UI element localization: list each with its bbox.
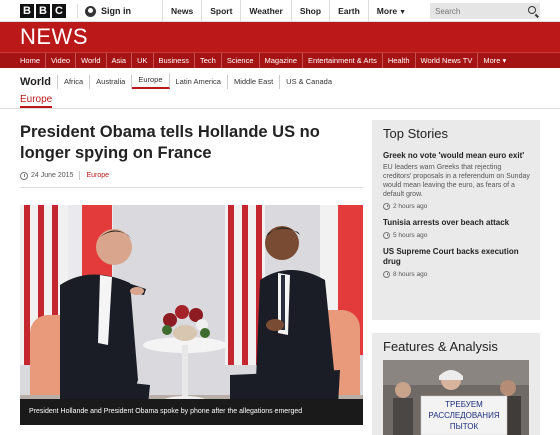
top-story-item[interactable]: Tunisia arrests over beach attack 5 hour…	[383, 218, 530, 239]
current-section-label[interactable]: Europe	[20, 94, 53, 108]
top-stories-heading: Top Stories	[383, 126, 449, 141]
section-item-latin-america[interactable]: Latin America	[170, 75, 228, 89]
news-nav: Home Video World Asia UK Business Tech S…	[0, 52, 560, 68]
news-banner: NEWS	[0, 22, 560, 52]
bbc-logo[interactable]: B B C	[20, 4, 66, 18]
protest-sign-line: РАССЛЕДОВАНИЯ	[428, 411, 499, 420]
section-item-europe[interactable]: Europe	[132, 73, 170, 89]
search-box	[430, 3, 540, 19]
global-nav-news[interactable]: News	[162, 0, 201, 22]
article-date: 24 June 2015	[31, 172, 74, 179]
top-story-time-label: 2 hours ago	[393, 203, 428, 210]
features-panel: Features & Analysis ТРЕБУЕМ РАССЛЕДОВАНИ…	[372, 333, 540, 435]
news-nav-video[interactable]: Video	[46, 53, 77, 68]
bbc-logo-letter: C	[52, 4, 66, 18]
news-nav-more[interactable]: More ▾	[478, 53, 511, 68]
section-item-us-canada[interactable]: US & Canada	[280, 75, 338, 89]
news-nav-home[interactable]: Home	[15, 53, 47, 68]
feature-thumbnail[interactable]: ТРЕБУЕМ РАССЛЕДОВАНИЯ ПЫТОК	[383, 360, 529, 435]
meta-divider	[20, 187, 363, 188]
news-nav-tech[interactable]: Tech	[195, 53, 222, 68]
global-nav-more-label: More	[376, 6, 398, 16]
global-nav-weather[interactable]: Weather	[240, 0, 290, 22]
bbc-logo-letter: B	[36, 4, 50, 18]
top-story-summary: EU leaders warn Greeks that rejecting cr…	[383, 164, 530, 198]
sign-in-link[interactable]: Sign in	[77, 4, 131, 18]
top-story-item[interactable]: US Supreme Court backs execution drug 8 …	[383, 247, 530, 278]
news-nav-uk[interactable]: UK	[132, 53, 154, 68]
global-nav: News Sport Weather Shop Earth More ▼	[162, 0, 444, 22]
protest-sign-line: ПЫТОК	[450, 422, 479, 431]
clock-icon	[383, 271, 390, 278]
chevron-down-icon: ▼	[399, 9, 407, 16]
top-story-item[interactable]: Greek no vote 'would mean euro exit' EU …	[383, 151, 530, 210]
clock-icon	[383, 232, 390, 239]
clock-icon	[20, 171, 28, 180]
news-nav-entertainment[interactable]: Entertainment & Arts	[303, 53, 383, 68]
top-story-time: 8 hours ago	[383, 271, 530, 278]
top-story-time: 5 hours ago	[383, 232, 530, 239]
news-wordmark[interactable]: NEWS	[20, 25, 88, 49]
clock-icon	[383, 203, 390, 210]
section-nav: World Africa Australia Europe Latin Amer…	[20, 73, 338, 89]
feature-photo-illustration: ТРЕБУЕМ РАССЛЕДОВАНИЯ ПЫТОК	[383, 360, 529, 435]
top-story-time-label: 8 hours ago	[393, 271, 428, 278]
news-nav-world[interactable]: World	[76, 53, 107, 68]
top-story-title[interactable]: US Supreme Court backs execution drug	[383, 247, 530, 267]
global-nav-sport[interactable]: Sport	[201, 0, 240, 22]
section-item-middle-east[interactable]: Middle East	[228, 75, 281, 89]
search-input[interactable]	[430, 6, 520, 16]
news-nav-asia[interactable]: Asia	[107, 53, 133, 68]
top-story-title[interactable]: Tunisia arrests over beach attack	[383, 218, 530, 228]
news-nav-magazine[interactable]: Magazine	[260, 53, 304, 68]
top-story-time: 2 hours ago	[383, 203, 530, 210]
bbc-top-bar: B B C Sign in News Sport Weather Shop Ea…	[0, 0, 560, 22]
protest-sign-line: ТРЕБУЕМ	[445, 400, 483, 409]
user-icon	[85, 5, 96, 17]
news-nav-business[interactable]: Business	[154, 53, 195, 68]
search-icon[interactable]	[528, 6, 536, 14]
photo-illustration	[20, 205, 363, 425]
global-nav-shop[interactable]: Shop	[290, 0, 329, 22]
top-story-title[interactable]: Greek no vote 'would mean euro exit'	[383, 151, 530, 161]
global-nav-earth[interactable]: Earth	[329, 0, 368, 22]
right-sidebar: Top Stories Greek no vote 'would mean eu…	[372, 120, 540, 435]
top-stories-panel: Top Stories Greek no vote 'would mean eu…	[372, 120, 540, 320]
news-nav-health[interactable]: Health	[383, 53, 416, 68]
meta-separator	[79, 171, 81, 180]
article-meta: 24 June 2015 Europe	[20, 171, 109, 180]
header-divider	[0, 108, 560, 109]
news-nav-science[interactable]: Science	[222, 53, 260, 68]
section-title-world[interactable]: World	[20, 75, 58, 89]
article-photo	[20, 205, 363, 425]
features-heading: Features & Analysis	[383, 339, 498, 354]
section-item-africa[interactable]: Africa	[58, 75, 91, 89]
photo-caption: President Hollande and President Obama s…	[20, 399, 363, 425]
section-item-australia[interactable]: Australia	[90, 75, 133, 89]
top-story-time-label: 5 hours ago	[393, 232, 428, 239]
article-headline: President Obama tells Hollande US no lon…	[20, 123, 320, 162]
article-section-tag[interactable]: Europe	[86, 172, 109, 179]
sign-in-label: Sign in	[101, 6, 131, 16]
news-nav-world-news-tv[interactable]: World News TV	[416, 53, 479, 68]
bbc-logo-letter: B	[20, 4, 34, 18]
